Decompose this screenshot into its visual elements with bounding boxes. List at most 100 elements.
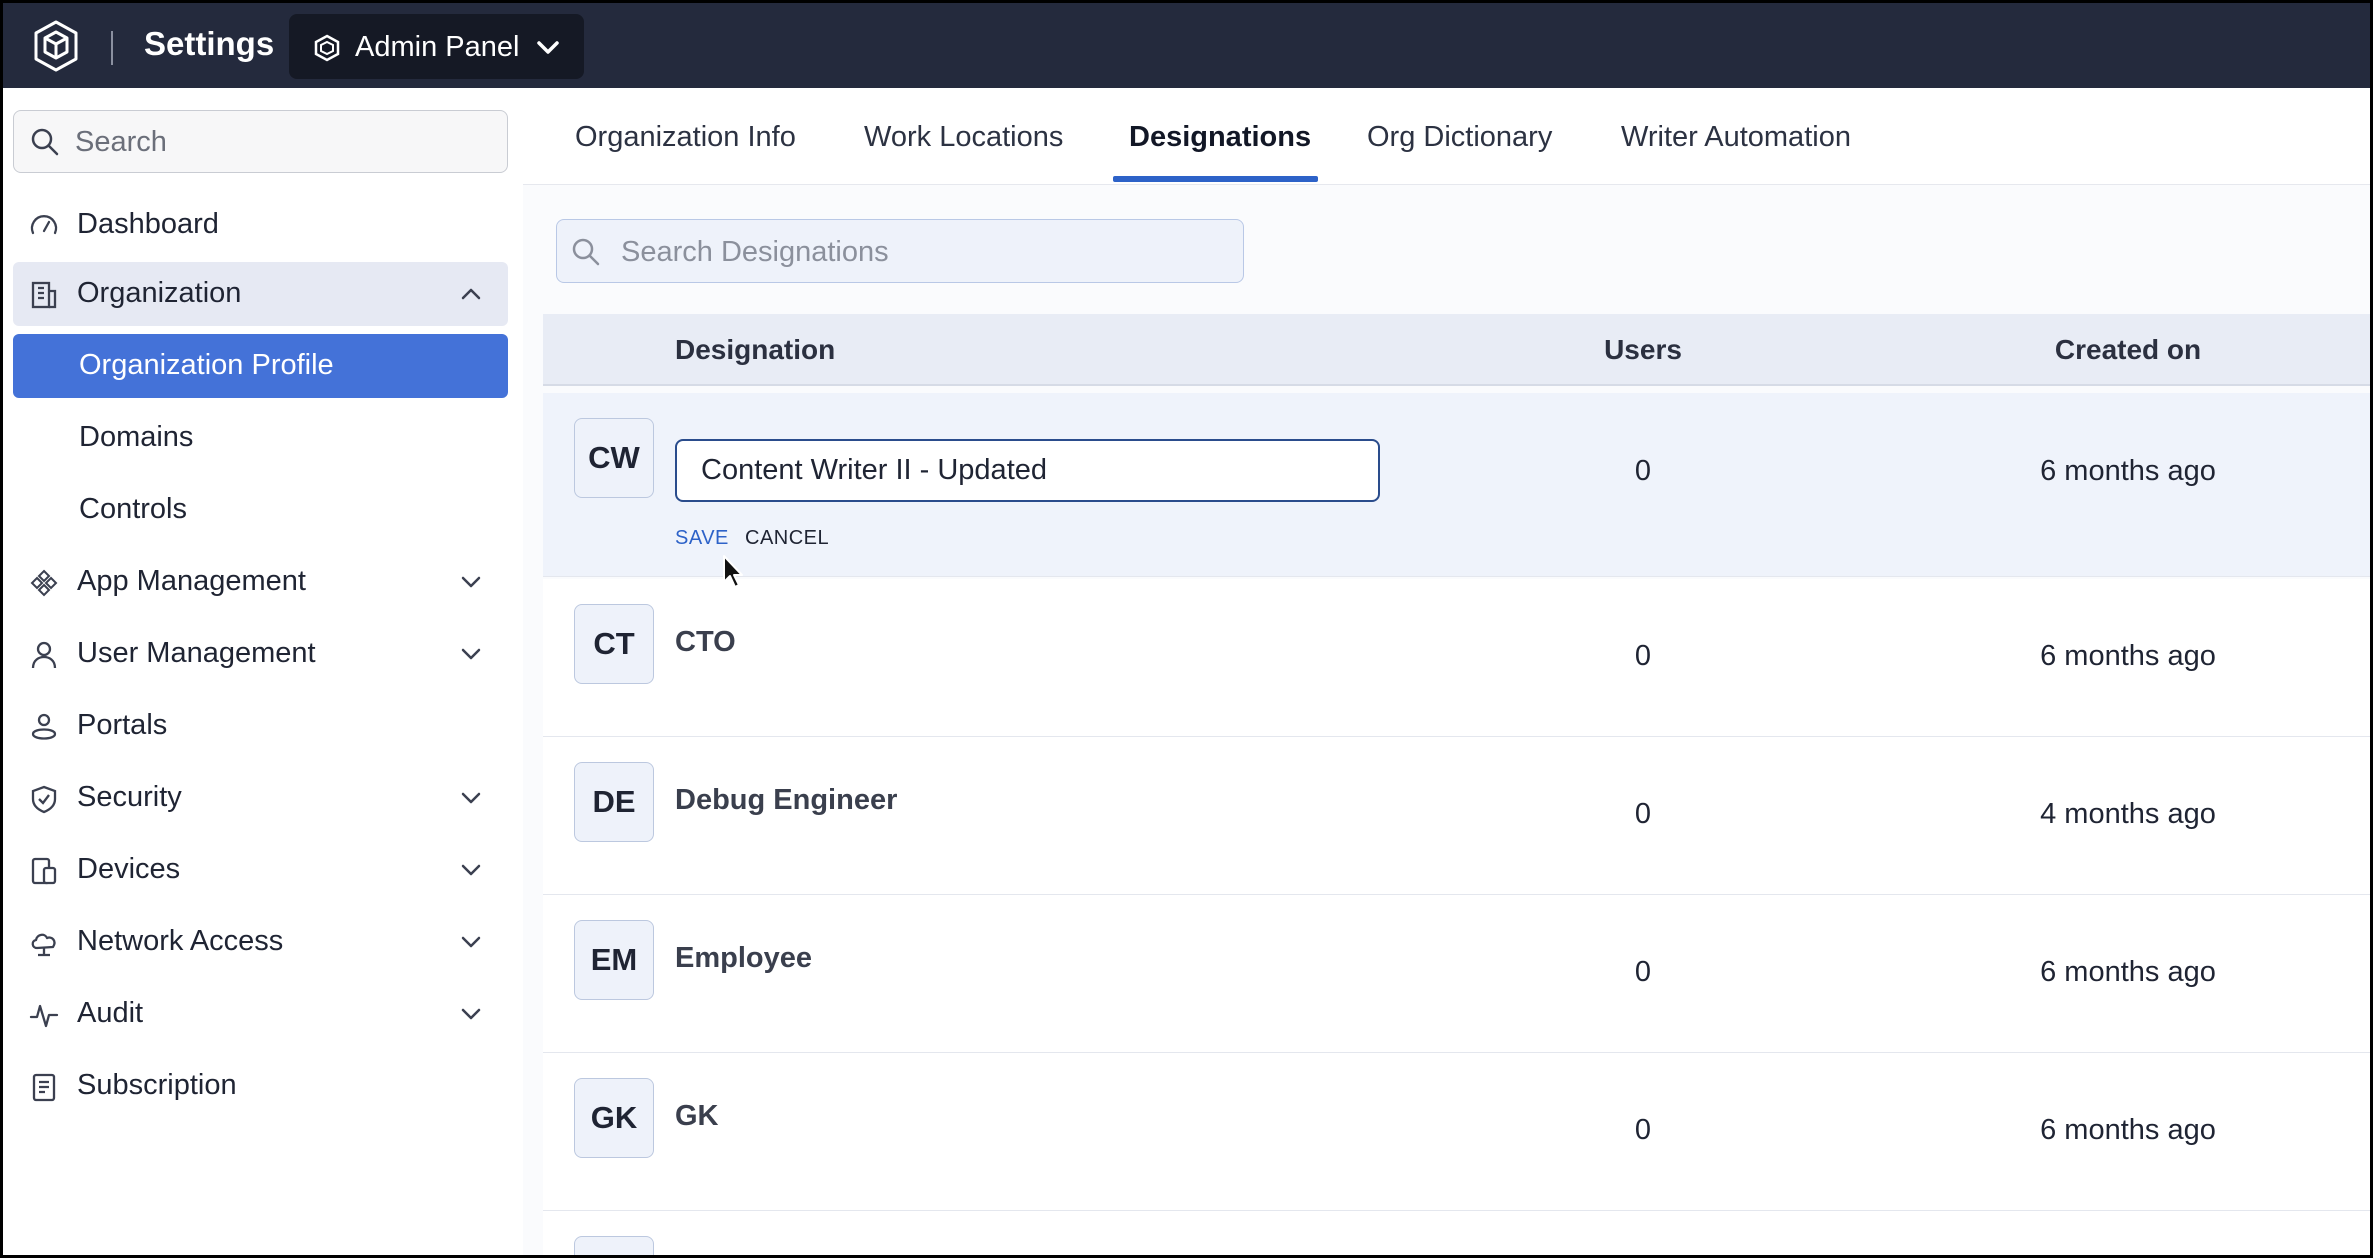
tab-organization-info[interactable]: Organization Info — [575, 121, 796, 154]
sidebar-item-portals[interactable]: Portals — [13, 694, 508, 758]
chevron-down-icon[interactable] — [460, 862, 482, 878]
sidebar-item-domains[interactable]: Domains — [13, 406, 508, 470]
designation-name: Debug Engineer — [675, 784, 898, 816]
sidebar-item-organization-profile[interactable]: Organization Profile — [13, 334, 508, 398]
search-icon — [31, 128, 59, 156]
sidebar-search-input[interactable]: Search — [13, 110, 508, 173]
cancel-button[interactable]: CANCEL — [745, 527, 829, 550]
chevron-down-icon[interactable] — [460, 934, 482, 950]
receipt-icon — [32, 1073, 56, 1102]
sidebar-item-label: Portals — [77, 709, 168, 741]
created-on: 6 months ago — [2040, 640, 2216, 672]
sidebar-item-dashboard[interactable]: Dashboard — [13, 193, 508, 257]
created-on: 6 months ago — [2040, 1114, 2216, 1146]
tab-designations[interactable]: Designations — [1129, 121, 1311, 154]
main-content: Organization Info Work Locations Designa… — [523, 88, 2370, 1255]
sidebar-item-label: User Management — [77, 637, 316, 669]
sidebar-item-label: Audit — [77, 997, 144, 1029]
sidebar-item-controls[interactable]: Controls — [13, 478, 508, 542]
table-row[interactable]: DE Debug Engineer 0 4 months ago — [543, 737, 2370, 895]
app-window: Settings Admin Panel Search Dashboard Or… — [3, 3, 2370, 1255]
table-row[interactable]: EM Employee 0 6 months ago — [543, 895, 2370, 1053]
chevron-down-icon[interactable] — [460, 646, 482, 662]
tab-bar: Organization Info Work Locations Designa… — [523, 88, 2370, 185]
sidebar-item-app-management[interactable]: App Management — [13, 550, 508, 614]
sidebar-item-label: Network Access — [77, 925, 284, 957]
sidebar-item-label: Dashboard — [77, 208, 219, 240]
mouse-pointer-icon — [723, 555, 743, 588]
designation-name: GK — [675, 1100, 719, 1132]
active-tab-indicator — [1113, 176, 1318, 182]
sidebar-search-placeholder: Search — [75, 126, 167, 158]
table-header: Designation Users Created on — [543, 314, 2370, 386]
shield-icon — [31, 785, 57, 814]
sidebar-item-organization[interactable]: Organization — [13, 262, 508, 326]
designation-name-input[interactable] — [675, 439, 1380, 502]
cube-logo-icon[interactable] — [31, 19, 81, 73]
avatar: GK — [574, 1078, 654, 1158]
sidebar-item-user-management[interactable]: User Management — [13, 622, 508, 686]
table-row[interactable]: CT CTO 0 6 months ago — [543, 579, 2370, 737]
sidebar-item-label: Devices — [77, 853, 181, 885]
users-count: 0 — [1634, 798, 1652, 830]
app-title: Settings — [144, 25, 275, 62]
chevron-down-icon[interactable] — [460, 574, 482, 590]
sidebar-item-subscription[interactable]: Subscription — [13, 1054, 508, 1118]
sidebar-item-label: Subscription — [77, 1069, 237, 1101]
cloud-icon — [31, 933, 56, 957]
created-on: 6 months ago — [2040, 956, 2216, 988]
save-button[interactable]: SAVE — [675, 527, 729, 550]
portal-icon — [31, 713, 57, 740]
chevron-down-icon — [537, 41, 559, 54]
sidebar-item-label: Organization — [77, 277, 242, 309]
hexagon-icon — [314, 34, 340, 62]
tab-writer-automation[interactable]: Writer Automation — [1621, 121, 1851, 154]
chevron-down-icon[interactable] — [460, 790, 482, 806]
users-count: 0 — [1634, 956, 1652, 988]
avatar: CW — [574, 418, 654, 498]
chevron-up-icon[interactable] — [460, 286, 482, 302]
top-bar: Settings Admin Panel — [3, 3, 2370, 88]
table-row-editing: CW SAVE CANCEL 0 6 months ago — [543, 393, 2370, 577]
avatar: DE — [574, 762, 654, 842]
avatar — [574, 1236, 654, 1255]
sidebar-item-label: Security — [77, 781, 182, 813]
sidebar: Search Dashboard Organization Organizati… — [3, 88, 523, 1255]
designation-name: Employee — [675, 942, 812, 974]
search-icon — [572, 238, 600, 266]
admin-panel-label: Admin Panel — [355, 31, 520, 63]
devices-icon — [31, 857, 57, 885]
sidebar-item-network-access[interactable]: Network Access — [13, 910, 508, 974]
tab-org-dictionary[interactable]: Org Dictionary — [1367, 121, 1552, 154]
sidebar-item-label: Controls — [79, 493, 187, 525]
apps-icon — [30, 569, 58, 597]
table-row[interactable]: GK GK 0 6 months ago — [543, 1053, 2370, 1211]
sidebar-item-label: Domains — [79, 421, 194, 453]
users-count: 0 — [1634, 640, 1652, 672]
column-header-designation[interactable]: Designation — [675, 334, 835, 366]
building-icon — [31, 281, 57, 309]
designation-name: CTO — [675, 626, 736, 658]
sidebar-item-audit[interactable]: Audit — [13, 982, 508, 1046]
designation-search-input[interactable]: Search Designations — [556, 219, 1244, 283]
users-count: 0 — [1634, 455, 1652, 487]
created-on: 6 months ago — [2040, 455, 2216, 487]
designation-search-placeholder: Search Designations — [621, 236, 889, 268]
header-divider — [111, 31, 113, 65]
sidebar-item-security[interactable]: Security — [13, 766, 508, 830]
user-icon — [31, 641, 57, 669]
tab-work-locations[interactable]: Work Locations — [864, 121, 1063, 154]
pulse-icon — [29, 1004, 59, 1028]
avatar: CT — [574, 604, 654, 684]
table-row-partial — [543, 1211, 2370, 1255]
admin-panel-select[interactable]: Admin Panel — [289, 14, 584, 79]
created-on: 4 months ago — [2040, 798, 2216, 830]
chevron-down-icon[interactable] — [460, 1006, 482, 1022]
column-header-users[interactable]: Users — [1593, 334, 1693, 366]
sidebar-item-label: Organization Profile — [79, 349, 334, 381]
users-count: 0 — [1634, 1114, 1652, 1146]
avatar: EM — [574, 920, 654, 1000]
column-header-created-on[interactable]: Created on — [2003, 334, 2253, 366]
sidebar-item-devices[interactable]: Devices — [13, 838, 508, 902]
sidebar-item-label: App Management — [77, 565, 306, 597]
